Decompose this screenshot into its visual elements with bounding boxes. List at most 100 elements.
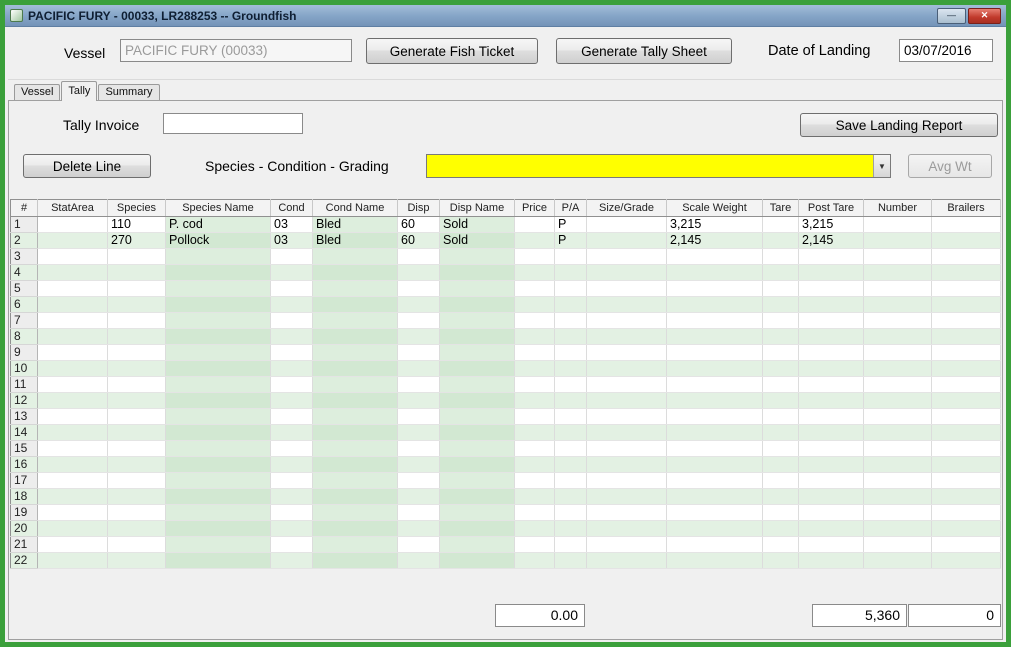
grid-cell[interactable] [38,297,108,313]
grid-cell[interactable] [587,361,667,377]
grid-cell[interactable] [515,361,555,377]
grid-cell[interactable] [166,297,271,313]
grid-cell[interactable] [763,281,799,297]
grid-cell[interactable]: 3,215 [667,217,763,233]
grid-cell[interactable] [398,313,440,329]
grid-cell[interactable] [763,521,799,537]
row-number[interactable]: 15 [11,441,38,457]
grid-cell[interactable] [166,377,271,393]
grid-cell[interactable] [313,361,398,377]
grid-cell[interactable] [587,521,667,537]
grid-cell[interactable] [515,377,555,393]
grid-cell[interactable] [166,553,271,569]
grid-cell[interactable] [271,313,313,329]
grid-cell[interactable] [271,521,313,537]
grid-cell[interactable] [313,265,398,281]
grid-cell[interactable] [587,313,667,329]
grid-cell[interactable] [271,393,313,409]
grid-cell[interactable] [932,345,1001,361]
grid-cell[interactable] [667,313,763,329]
grid-cell[interactable] [932,297,1001,313]
grid-cell[interactable] [38,505,108,521]
grid-cell[interactable] [166,521,271,537]
grid-cell[interactable] [667,473,763,489]
grid-cell[interactable]: Bled [313,217,398,233]
grid-cell[interactable] [271,473,313,489]
grid-cell[interactable] [313,297,398,313]
grid-cell[interactable] [587,281,667,297]
grid-cell[interactable] [667,361,763,377]
grid-cell[interactable] [555,473,587,489]
grid-cell[interactable] [166,537,271,553]
grid-cell[interactable] [108,553,166,569]
grid-cell[interactable] [667,537,763,553]
save-landing-report-button[interactable]: Save Landing Report [800,113,998,137]
grid-cell[interactable] [108,489,166,505]
grid-cell[interactable] [555,281,587,297]
row-number[interactable]: 9 [11,345,38,361]
grid-cell[interactable]: P. cod [166,217,271,233]
grid-cell[interactable] [166,281,271,297]
grid-cell[interactable] [313,345,398,361]
grid-cell[interactable] [587,345,667,361]
grid-cell[interactable] [555,441,587,457]
grid-cell[interactable] [932,377,1001,393]
grid-cell[interactable] [313,505,398,521]
grid-cell[interactable] [515,313,555,329]
tab-summary[interactable]: Summary [98,84,159,100]
grid-cell[interactable] [440,361,515,377]
grid-cell[interactable] [864,265,932,281]
row-number[interactable]: 22 [11,553,38,569]
grid-cell[interactable] [166,473,271,489]
row-number[interactable]: 20 [11,521,38,537]
grid-cell[interactable] [440,345,515,361]
row-number[interactable]: 7 [11,313,38,329]
grid-cell[interactable] [763,489,799,505]
grid-cell[interactable] [440,377,515,393]
grid-cell[interactable] [932,329,1001,345]
grid-cell[interactable] [313,249,398,265]
grid-cell[interactable] [398,393,440,409]
grid-cell[interactable] [108,361,166,377]
grid-cell[interactable] [667,393,763,409]
grid-cell[interactable] [398,265,440,281]
grid-cell[interactable] [667,521,763,537]
grid-cell[interactable]: 03 [271,217,313,233]
grid-cell[interactable] [864,217,932,233]
grid-cell[interactable] [313,393,398,409]
row-number[interactable]: 1 [11,217,38,233]
grid-cell[interactable] [108,441,166,457]
grid-cell[interactable] [864,441,932,457]
grid-cell[interactable] [271,281,313,297]
grid-cell[interactable] [799,393,864,409]
grid-cell[interactable] [398,281,440,297]
grid-cell[interactable] [398,473,440,489]
grid-cell[interactable] [108,521,166,537]
grid-cell[interactable] [932,393,1001,409]
grid-cell[interactable] [38,457,108,473]
grid-cell[interactable] [440,329,515,345]
grid-cell[interactable] [932,217,1001,233]
grid-cell[interactable]: 60 [398,217,440,233]
grid-cell[interactable] [799,409,864,425]
grid-cell[interactable] [38,345,108,361]
chevron-down-icon[interactable]: ▼ [873,155,890,177]
grid-cell[interactable] [587,297,667,313]
grid-cell[interactable] [667,425,763,441]
tab-tally[interactable]: Tally [61,81,97,101]
row-number[interactable]: 19 [11,505,38,521]
grid-cell[interactable] [667,281,763,297]
grid-cell[interactable]: 2,145 [667,233,763,249]
grid-cell[interactable] [398,297,440,313]
delete-line-button[interactable]: Delete Line [23,154,151,178]
grid-cell[interactable] [38,329,108,345]
grid-cell[interactable] [398,345,440,361]
grid-cell[interactable]: 03 [271,233,313,249]
grid-cell[interactable] [440,553,515,569]
grid-cell[interactable] [555,361,587,377]
row-number[interactable]: 12 [11,393,38,409]
grid-cell[interactable] [271,489,313,505]
grid-cell[interactable] [398,425,440,441]
tally-invoice-field[interactable] [163,113,303,134]
grid-cell[interactable] [587,457,667,473]
